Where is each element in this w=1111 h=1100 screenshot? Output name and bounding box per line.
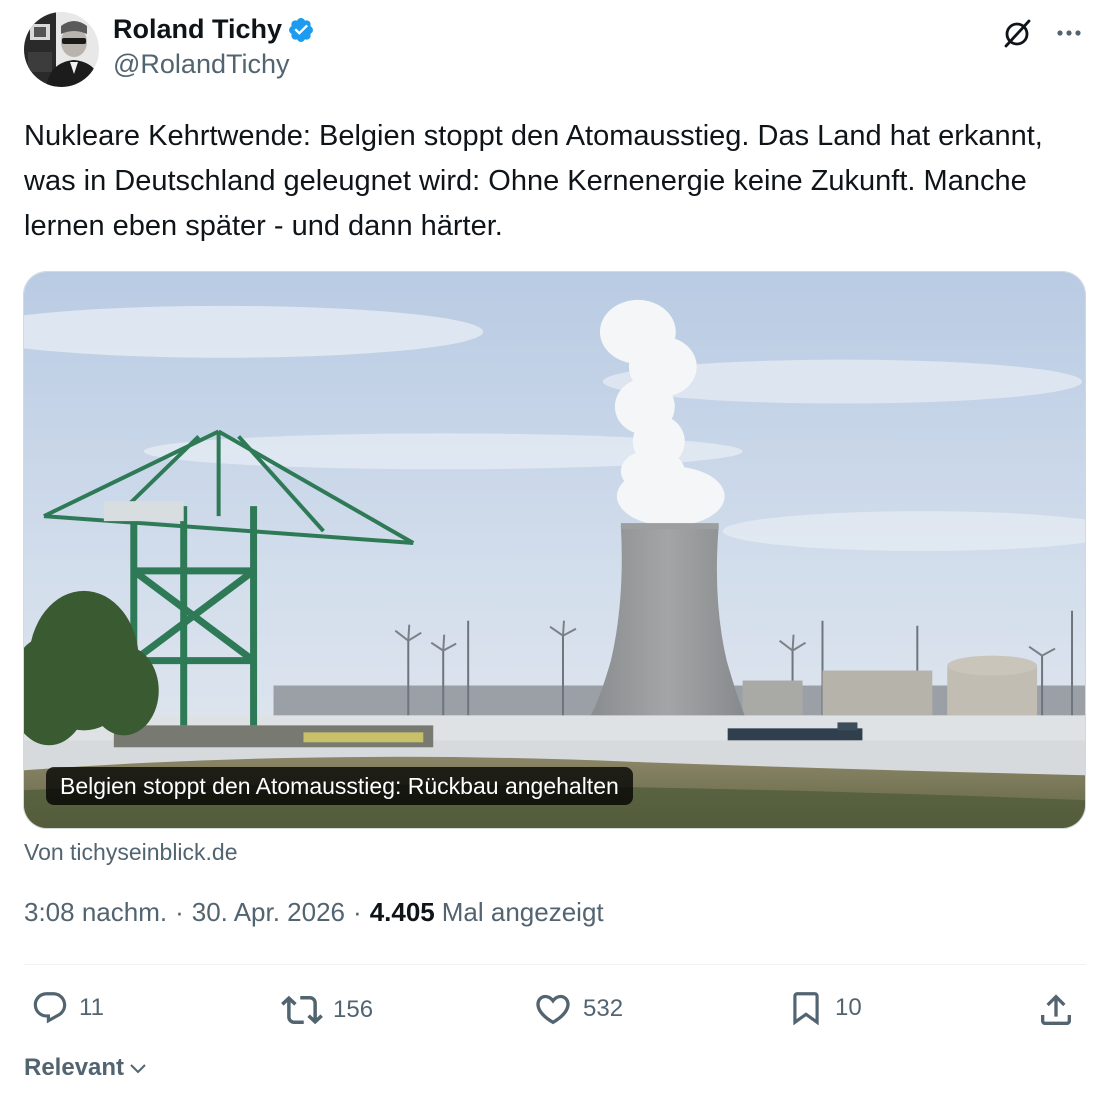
retweet-icon	[281, 995, 323, 1025]
retweet-button[interactable]: 156	[281, 989, 373, 1031]
reply-icon	[33, 992, 67, 1024]
meta-separator: ·	[353, 897, 362, 927]
bookmark-count: 10	[835, 994, 862, 1021]
tweet-time[interactable]: 3:08 nachm.	[24, 897, 167, 928]
card-source-link[interactable]: Von tichyseinblick.de	[24, 839, 238, 866]
share-button[interactable]	[1036, 990, 1076, 1030]
sort-label: Relevant	[24, 1054, 125, 1081]
reply-count: 11	[79, 994, 104, 1021]
avatar[interactable]	[24, 12, 99, 87]
link-card[interactable]: Belgien stoppt den Atomausstieg: Rückbau…	[23, 271, 1086, 829]
sort-replies-dropdown[interactable]: Relevant	[24, 1054, 148, 1082]
author-name[interactable]: Roland Tichy	[113, 14, 282, 45]
author-block: Roland Tichy @RolandTichy	[113, 14, 315, 80]
share-icon	[1041, 994, 1071, 1025]
views-label: Mal angezeigt	[441, 897, 604, 927]
meta-separator: ·	[175, 897, 184, 927]
bookmark-button[interactable]: 10	[787, 989, 862, 1027]
author-handle[interactable]: @RolandTichy	[113, 49, 289, 80]
tweet-text: Nukleare Kehrtwende: Belgien stoppt den …	[24, 120, 1043, 242]
card-title: Belgien stoppt den Atomausstieg: Rückbau…	[46, 767, 633, 805]
author-name-row[interactable]: Roland Tichy	[113, 14, 315, 45]
tweet-meta: 3:08 nachm. · 30. Apr. 2026 · 4.405 Mal …	[24, 897, 604, 928]
action-bar: 11 156 532 10	[0, 988, 1111, 1034]
divider	[24, 964, 1086, 965]
heart-icon	[536, 994, 570, 1025]
like-count: 532	[583, 995, 624, 1022]
avatar-image	[24, 12, 99, 87]
grok-icon[interactable]	[998, 14, 1036, 52]
views-count: 4.405	[369, 897, 435, 927]
more-dots-icon[interactable]	[1050, 14, 1088, 52]
tweet-date[interactable]: 30. Apr. 2026	[192, 897, 345, 928]
retweet-count: 156	[333, 996, 374, 1023]
card-image	[24, 272, 1085, 828]
verified-badge-icon[interactable]	[287, 16, 315, 44]
chevron-down-icon	[130, 1064, 146, 1074]
bookmark-icon	[793, 992, 819, 1026]
like-button[interactable]: 532	[533, 989, 623, 1029]
reply-button[interactable]: 11	[31, 989, 104, 1027]
